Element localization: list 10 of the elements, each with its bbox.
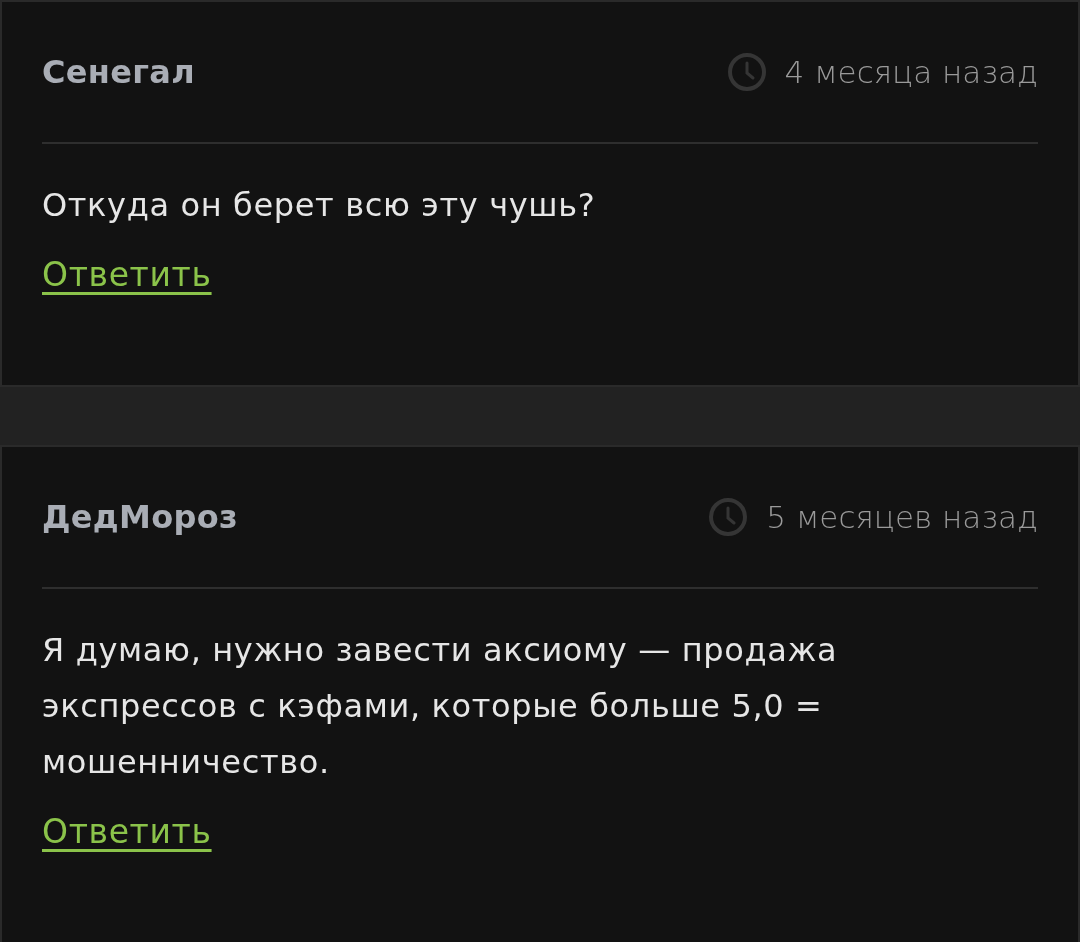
comment-author: ДедМороз [42,497,238,538]
clock-icon [708,497,749,537]
clock-icon [726,52,767,92]
reply-link[interactable]: Ответить [42,253,212,297]
comment-author: Сенегал [42,52,195,93]
comment-time: 5 месяцев назад [766,497,1038,537]
comment-text: Откуда он берет всю эту чушь? [42,185,597,226]
reply-link[interactable]: Ответить [42,810,212,854]
comment-time: 4 месяца назад [784,52,1038,92]
comment-text: Я думаю, нужно завести аксиому — продажа экспрессов с кэфами, которые больше 5,0 = мошенничество. [42,630,839,783]
